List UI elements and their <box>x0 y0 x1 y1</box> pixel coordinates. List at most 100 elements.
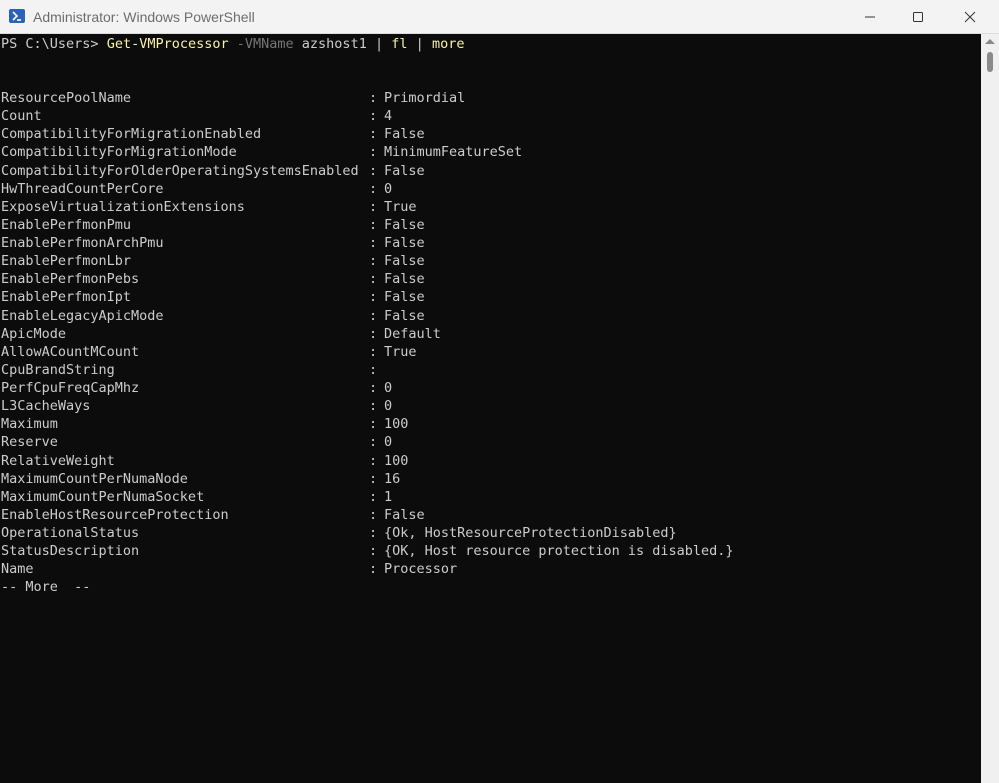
property-value: 4 <box>384 108 393 125</box>
property-line: EnablePerfmonLbr: False <box>1 252 971 270</box>
property-value: {OK, Host resource protection is disable… <box>384 543 734 560</box>
property-name: CompatibilityForMigrationEnabled <box>1 126 262 143</box>
property-value: {Ok, HostResourceProtectionDisabled} <box>384 525 677 542</box>
property-separator: : <box>369 144 378 161</box>
property-separator: : <box>369 361 378 378</box>
property-separator: : <box>369 253 378 270</box>
property-line: EnableHostResourceProtection: False <box>1 506 971 524</box>
property-name: EnablePerfmonPmu <box>1 216 132 233</box>
property-name: CpuBrandString <box>1 361 115 378</box>
property-separator: : <box>369 488 378 505</box>
property-value: False <box>384 506 425 523</box>
property-line: MaximumCountPerNumaNode:16 <box>1 470 971 488</box>
property-line: HwThreadCountPerCore:0 <box>1 180 971 198</box>
title-bar[interactable]: Administrator: Windows PowerShell <box>0 0 999 34</box>
property-line: EnablePerfmonPmu: False <box>1 216 971 234</box>
scroll-thumb[interactable] <box>987 52 993 72</box>
minimize-icon <box>865 16 875 17</box>
property-separator: : <box>369 380 378 397</box>
argument: azshost1 <box>301 36 367 52</box>
property-line: Name: Processor <box>1 560 971 578</box>
property-separator: : <box>369 561 378 578</box>
property-name: Maximum <box>1 416 58 433</box>
scroll-up-icon[interactable] <box>985 39 995 44</box>
property-name: StatusDescription <box>1 543 140 560</box>
property-value: 0 <box>384 180 393 197</box>
property-value: 0 <box>384 380 393 397</box>
property-separator: : <box>369 398 378 415</box>
pipe: | <box>374 36 384 52</box>
property-value: False <box>384 216 425 233</box>
close-icon <box>964 11 976 22</box>
property-line: Maximum:100 <box>1 415 971 433</box>
property-name: EnablePerfmonLbr <box>1 253 132 270</box>
property-name: CompatibilityForOlderOperatingSystemsEna… <box>1 162 359 179</box>
property-separator: : <box>369 235 378 252</box>
property-line: CpuBrandString: <box>1 361 971 379</box>
property-name: MaximumCountPerNumaSocket <box>1 488 205 505</box>
property-value: 1 <box>384 488 393 505</box>
property-line: Reserve:0 <box>1 433 971 451</box>
property-separator: : <box>369 180 378 197</box>
minimize-button[interactable] <box>847 0 893 33</box>
property-separator: : <box>369 506 378 523</box>
property-name: Count <box>1 108 42 125</box>
property-line: OperationalStatus: {Ok, HostResourceProte… <box>1 524 971 542</box>
powershell-icon <box>9 9 25 23</box>
property-line: CompatibilityForOlderOperatingSystemsEna… <box>1 162 971 180</box>
property-separator: : <box>369 307 378 324</box>
property-separator: : <box>369 90 378 106</box>
property-separator: : <box>369 198 378 215</box>
property-value: Default <box>384 325 441 342</box>
property-name: HwThreadCountPerCore <box>1 180 164 197</box>
property-line: L3CacheWays:0 <box>1 397 971 415</box>
property-value: 100 <box>384 452 409 469</box>
close-button[interactable] <box>947 0 993 33</box>
property-line: EnablePerfmonPebs: False <box>1 270 971 288</box>
window-title: Administrator: Windows PowerShell <box>33 9 255 25</box>
prompt: PS C:\Users> <box>1 36 99 52</box>
property-line: AllowACountMCount: True <box>1 343 971 361</box>
property-value: 100 <box>384 416 409 433</box>
vertical-scrollbar[interactable] <box>981 34 999 783</box>
property-line: EnablePerfmonIpt: False <box>1 288 971 306</box>
property-separator: : <box>369 216 378 233</box>
command-line: PS C:\Users> Get-VMProcessor -VMName azs… <box>1 35 464 53</box>
property-name: EnablePerfmonArchPmu <box>1 235 164 252</box>
property-value: MinimumFeatureSet <box>384 144 523 161</box>
property-value: False <box>384 289 425 306</box>
property-line: EnableLegacyApicMode: False <box>1 307 971 325</box>
property-name: EnableHostResourceProtection <box>1 506 229 523</box>
property-value: False <box>384 235 425 252</box>
property-name: ExposeVirtualizationExtensions <box>1 198 245 215</box>
property-name: CompatibilityForMigrationMode <box>1 144 237 161</box>
property-value: Primordial <box>384 90 466 106</box>
property-separator: : <box>369 416 378 433</box>
property-line: ApicMode: Default <box>1 325 971 343</box>
cmdlet: Get-VMProcessor <box>106 36 229 52</box>
property-name: L3CacheWays <box>1 398 91 415</box>
format-alias: fl <box>391 36 408 52</box>
more-prompt: -- More -- <box>1 579 91 595</box>
property-line: ExposeVirtualizationExtensions: True <box>1 198 971 216</box>
property-value: 0 <box>384 434 393 451</box>
property-line: PerfCpuFreqCapMhz:0 <box>1 379 971 397</box>
property-separator: : <box>369 470 378 487</box>
property-separator: : <box>369 126 378 143</box>
maximize-button[interactable] <box>895 0 941 33</box>
property-value: True <box>384 343 417 360</box>
property-separator: : <box>369 452 378 469</box>
property-separator: : <box>369 162 378 179</box>
parameter: -VMName <box>236 36 294 52</box>
property-name: Name <box>1 561 34 578</box>
maximize-icon <box>913 11 923 22</box>
property-value: False <box>384 253 425 270</box>
property-value: Processor <box>384 561 458 578</box>
console-output[interactable]: PS C:\Users> Get-VMProcessor -VMName azs… <box>0 34 981 783</box>
property-line: CompatibilityForMigrationMode: MinimumFea… <box>1 143 971 161</box>
property-name: MaximumCountPerNumaNode <box>1 470 188 487</box>
property-name: AllowACountMCount <box>1 343 140 360</box>
property-name: ApicMode <box>1 325 67 342</box>
property-name: RelativeWeight <box>1 452 115 469</box>
property-separator: : <box>369 434 378 451</box>
